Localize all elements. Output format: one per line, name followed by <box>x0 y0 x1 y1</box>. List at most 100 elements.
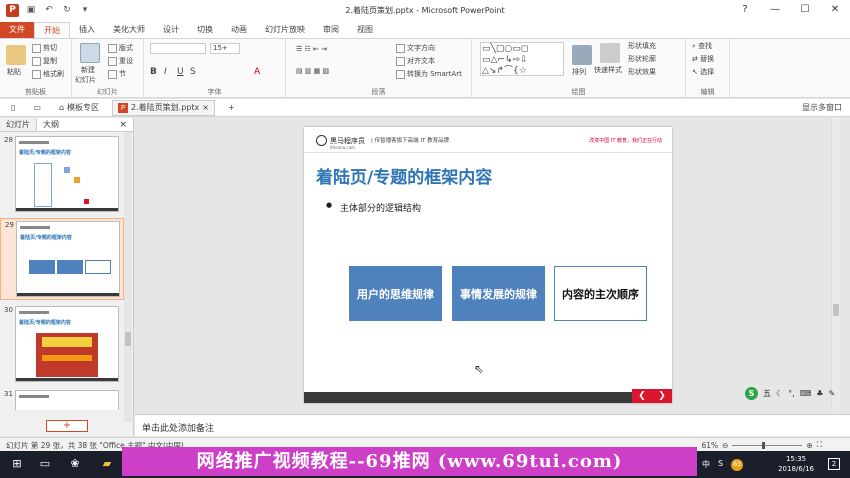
sogou-logo-icon[interactable]: S <box>745 386 758 400</box>
help-button[interactable]: ? <box>730 0 760 20</box>
thumbnail-slide[interactable]: 着陆页/专题的框架内容 <box>15 136 119 212</box>
find-button[interactable]: ⌕ 查找 <box>692 41 712 51</box>
windows-start-icon[interactable]: ⊞ <box>10 457 24 471</box>
arrange-icon[interactable] <box>572 45 592 65</box>
notes-pane[interactable]: 单击此处添加备注 <box>135 414 850 436</box>
fit-window-icon[interactable]: ⛶ <box>817 440 822 450</box>
add-slide-button[interactable]: + <box>46 420 88 432</box>
notification-badge[interactable]: 83 <box>731 459 744 471</box>
paste-icon[interactable] <box>6 45 26 65</box>
tab-design[interactable]: 设计 <box>154 22 188 38</box>
copy-button[interactable]: 复制 <box>32 56 57 66</box>
canvas-vertical-scrollbar[interactable] <box>831 118 840 410</box>
tab-outline-panel[interactable]: 大纲 <box>37 118 65 131</box>
cut-button[interactable]: 剪切 <box>32 43 57 53</box>
smartart-button[interactable]: 转换为 SmartArt <box>396 69 462 79</box>
thumbnail-slide[interactable]: 着陆页/专题的框架内容 <box>15 306 119 382</box>
bullets-icon[interactable]: ☰ ☷ ⇤ ⇥ <box>296 45 327 53</box>
task-view-icon[interactable]: ▭ <box>38 457 52 471</box>
zoom-in-icon[interactable]: ⊕ <box>806 441 812 450</box>
punctuation-icon[interactable]: °, <box>788 389 795 398</box>
underline-button[interactable]: U <box>177 67 184 77</box>
tab-insert[interactable]: 插入 <box>70 22 104 38</box>
close-button[interactable]: ✕ <box>820 0 850 20</box>
current-slide[interactable]: 黑马程序员 itheima.com | 传智播客旗下高端 IT 教育品牌 改变中… <box>304 127 672 403</box>
slide-bullet[interactable]: 主体部分的逻辑结构 <box>326 201 421 214</box>
new-slide-icon[interactable] <box>80 43 100 63</box>
align-text-button[interactable]: 对齐文本 <box>396 56 435 66</box>
keyboard-icon[interactable]: ⌨ <box>800 389 812 398</box>
shape-effects-button[interactable]: 形状效果 <box>628 67 656 77</box>
zoom-slider[interactable] <box>732 441 803 449</box>
prev-arrow-icon[interactable]: ❮ <box>638 391 646 401</box>
italic-button[interactable]: I <box>164 67 167 77</box>
bold-button[interactable]: B <box>150 67 157 77</box>
box-content-priority[interactable]: 内容的主次顺序 <box>554 266 647 321</box>
shapes-gallery[interactable]: ▭╲▢○▭◻ ▭△⌐↳⇨⇩ △↘↱⌒{☆ <box>480 42 564 76</box>
tab-review[interactable]: 审阅 <box>314 22 348 38</box>
tab-transitions[interactable]: 切换 <box>188 22 222 38</box>
sogou-tray-icon[interactable]: S <box>718 459 723 471</box>
thumbnail-slide[interactable] <box>15 390 119 410</box>
skin-icon[interactable]: ♣ <box>816 389 823 398</box>
tab-slideshow[interactable]: 幻灯片放映 <box>256 22 314 38</box>
thumbnail-row[interactable]: 31 <box>0 388 124 410</box>
box-user-thinking[interactable]: 用户的思维规律 <box>349 266 442 321</box>
tab-slides-panel[interactable]: 幻灯片 <box>0 118 37 131</box>
next-arrow-icon[interactable]: ❯ <box>658 391 666 401</box>
canvas-scroll-thumb[interactable] <box>833 304 839 316</box>
app-icon[interactable]: ❀ <box>68 457 82 471</box>
tab-home[interactable]: 开始 <box>34 22 70 38</box>
quick-styles-button[interactable]: 快速样式 <box>594 65 622 75</box>
tab-view[interactable]: 视图 <box>348 22 382 38</box>
paste-button[interactable]: 粘贴 <box>7 67 21 77</box>
format-painter-button[interactable]: 格式刷 <box>32 69 64 79</box>
select-button[interactable]: ↖ 选择 <box>692 67 714 77</box>
font-size-select[interactable]: 15+ <box>210 43 240 54</box>
tab-document[interactable]: P 2.着陆页策划.pptx × <box>112 99 215 116</box>
restore-button[interactable]: ☐ <box>790 0 820 20</box>
zoom-knob[interactable] <box>762 441 766 449</box>
box-event-development[interactable]: 事情发展的规律 <box>452 266 545 321</box>
zoom-level[interactable]: 61% <box>701 441 718 450</box>
panel-scroll-thumb[interactable] <box>125 332 131 346</box>
add-tab-button[interactable]: + <box>223 100 240 116</box>
panel-scrollbar[interactable] <box>124 132 132 422</box>
ime-mode[interactable]: 五 <box>763 388 771 399</box>
new-doc-icon[interactable]: ▯ <box>6 100 20 116</box>
reset-button[interactable]: 重设 <box>108 56 133 66</box>
new-slide-button[interactable]: 新建 <box>81 65 95 75</box>
shadow-button[interactable]: S <box>190 67 196 77</box>
ime-tray-icon[interactable]: 中 <box>702 459 710 471</box>
arrange-button[interactable]: 排列 <box>572 67 586 77</box>
zoom-out-icon[interactable]: ⊖ <box>722 441 728 450</box>
moon-icon[interactable]: ☾ <box>776 389 783 398</box>
shape-fill-button[interactable]: 形状填充 <box>628 41 656 51</box>
tab-animations[interactable]: 动画 <box>222 22 256 38</box>
text-direction-button[interactable]: 文字方向 <box>396 43 435 53</box>
thumbnail-row-selected[interactable]: 29 着陆页/专题的框架内容 <box>0 218 124 300</box>
slide-title[interactable]: 着陆页/专题的框架内容 <box>316 163 492 188</box>
action-center-icon[interactable]: 2 <box>828 458 840 470</box>
minimize-button[interactable]: — <box>760 0 790 20</box>
panel-close-icon[interactable]: × <box>119 120 127 130</box>
tab-beautify[interactable]: 美化大师 <box>104 22 154 38</box>
thumbnail-row[interactable]: 30 着陆页/专题的框架内容 <box>0 304 124 386</box>
replace-button[interactable]: ⇄ 替换 <box>692 54 714 64</box>
align-icons[interactable]: ▤ ▥ ▦ ▧ <box>296 67 329 75</box>
quick-styles-icon[interactable] <box>600 43 620 63</box>
font-name-select[interactable] <box>150 43 206 54</box>
tools-icon[interactable]: ✎ <box>828 389 835 398</box>
close-tab-icon[interactable]: × <box>202 103 209 112</box>
show-multi-window-button[interactable]: 显示多窗口 <box>802 102 842 113</box>
notes-placeholder[interactable]: 单击此处添加备注 <box>142 421 214 434</box>
file-explorer-icon[interactable]: ▰ <box>100 457 114 471</box>
tab-template-zone[interactable]: ⌂ 模板专区 <box>54 100 104 116</box>
thumbnail-row[interactable]: 28 着陆页/专题的框架内容 <box>0 134 124 216</box>
thumbnail-slide[interactable]: 着陆页/专题的框架内容 <box>16 221 120 297</box>
section-button[interactable]: 节 <box>108 69 126 79</box>
clock[interactable]: 15:35 2018/6/16 <box>778 454 814 474</box>
folder-icon[interactable]: ▭ <box>28 100 46 116</box>
font-color-button[interactable]: A <box>254 67 260 77</box>
tab-file[interactable]: 文件 <box>0 22 34 38</box>
